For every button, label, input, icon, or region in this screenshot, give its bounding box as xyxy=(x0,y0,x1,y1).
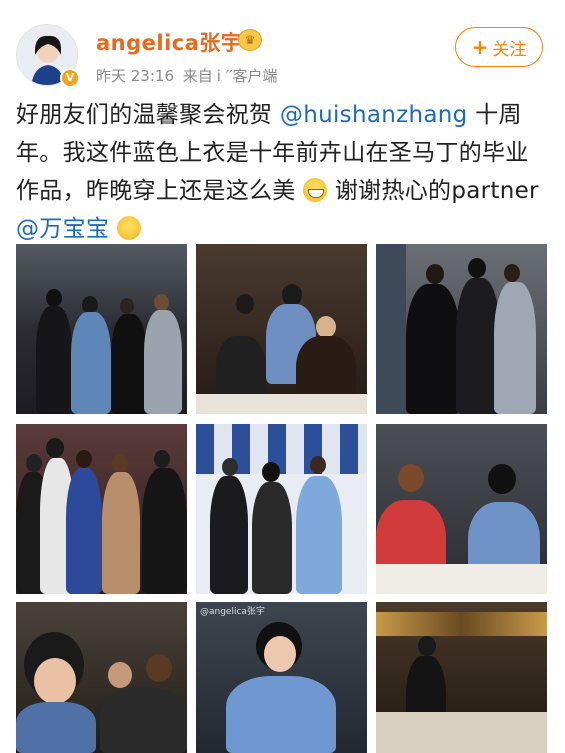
photo-watermark: @angelica张宇 xyxy=(200,607,265,617)
photo-4[interactable] xyxy=(16,424,187,594)
crown-icon: ♛ xyxy=(238,29,262,51)
mention-link-wanbaobao[interactable]: @万宝宝 xyxy=(16,216,109,242)
source-app[interactable]: i ′′客户端 xyxy=(217,67,278,85)
post-time: 昨天 23:16 xyxy=(96,67,174,85)
photo-9[interactable] xyxy=(376,602,547,753)
post-body: 好朋友们的温馨聚会祝贺 @huishanzhang 十周年。我这件蓝色上衣是十年… xyxy=(16,96,551,248)
verified-v-badge-icon: V xyxy=(60,68,80,88)
follow-button[interactable]: + 关注 xyxy=(455,27,543,67)
source-prefix: 来自 xyxy=(182,67,213,85)
plus-icon: + xyxy=(471,35,489,59)
username[interactable]: angelica张宇 xyxy=(96,27,242,57)
hug-emoji-icon xyxy=(116,216,141,240)
photo-3[interactable] xyxy=(376,244,547,414)
photo-1[interactable] xyxy=(16,244,187,414)
photo-grid: @angelica张宇 xyxy=(16,244,547,753)
photo-5[interactable] xyxy=(196,424,367,594)
photo-2[interactable] xyxy=(196,244,367,414)
photo-7[interactable] xyxy=(16,602,187,753)
photo-6[interactable] xyxy=(376,424,547,594)
mention-link-huishanzhang[interactable]: @huishanzhang xyxy=(280,102,468,128)
photo-8[interactable]: @angelica张宇 xyxy=(196,602,367,753)
follow-label: 关注 xyxy=(492,39,527,60)
grin-emoji-icon xyxy=(303,178,328,202)
post-meta: 昨天 23:16 来自 i ′′客户端 xyxy=(96,65,282,86)
post-text-part1: 好朋友们的温馨聚会祝贺 xyxy=(16,102,280,128)
post-header: V angelica张宇 ♛ 昨天 23:16 来自 i ′′客户端 + 关注 xyxy=(0,0,565,95)
post-text-part3: 谢谢热心的partner xyxy=(327,178,539,204)
